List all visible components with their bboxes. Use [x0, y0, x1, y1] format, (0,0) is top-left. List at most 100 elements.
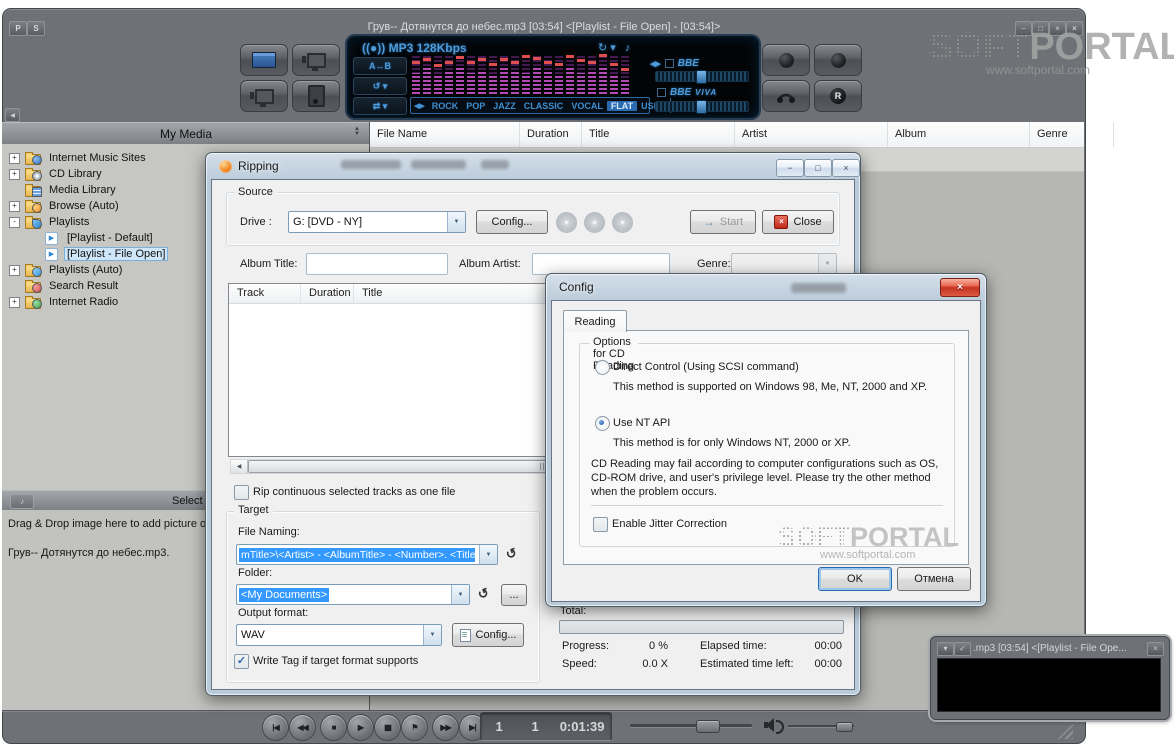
- bbe-checkbox[interactable]: [664, 59, 674, 68]
- bbe-cycle-icon[interactable]: ◀▶: [650, 60, 661, 68]
- rip-continuous-checkbox[interactable]: [234, 485, 249, 500]
- preset-flat[interactable]: FLAT: [606, 100, 638, 111]
- output-format-select[interactable]: WAV ▼: [236, 624, 442, 646]
- album-title-field[interactable]: [306, 253, 448, 275]
- browse-folder-button[interactable]: ...: [501, 584, 527, 606]
- media-panel-header[interactable]: My Media ▲ ▼: [2, 122, 370, 146]
- chevron-down-icon[interactable]: ▼: [479, 545, 497, 564]
- ripping-minimize-button[interactable]: −: [776, 159, 804, 177]
- mute-button[interactable]: [762, 44, 810, 76]
- show-playlist-button[interactable]: [240, 44, 288, 76]
- column-header-album[interactable]: Album: [888, 122, 1030, 147]
- transport-play-button[interactable]: ▶: [347, 714, 374, 741]
- preset-vocal[interactable]: VOCAL: [567, 101, 607, 111]
- use-nt-api-radio[interactable]: [595, 416, 610, 431]
- drive-config-button[interactable]: Config...: [476, 210, 548, 234]
- ok-button[interactable]: OK: [818, 567, 892, 591]
- ab-repeat-button[interactable]: A↔B: [353, 57, 407, 75]
- minimize-button[interactable]: −: [1015, 21, 1032, 36]
- tree-item-label: [Playlist - File Open]: [64, 247, 169, 261]
- disc-info-icon[interactable]: [556, 212, 577, 233]
- record-button[interactable]: R: [814, 80, 862, 112]
- column-header-genre[interactable]: Genre: [1030, 122, 1114, 147]
- ripping-close-action-button[interactable]: × Close: [762, 210, 834, 234]
- column-header-artist[interactable]: Artist: [735, 122, 888, 147]
- column-header-title[interactable]: Title: [582, 122, 735, 147]
- scroll-left-icon[interactable]: ◀: [231, 460, 248, 473]
- visualization-button[interactable]: [240, 80, 288, 112]
- jitter-checkbox[interactable]: [593, 517, 608, 532]
- seek-handle[interactable]: [696, 720, 720, 733]
- bbe-viva-checkbox[interactable]: [657, 88, 666, 97]
- tree-expand-icon[interactable]: -: [9, 216, 20, 228]
- direct-control-radio[interactable]: [595, 360, 610, 375]
- ripping-maximize-button[interactable]: □: [804, 159, 832, 177]
- bbe-slider[interactable]: [655, 70, 749, 84]
- tree-expand-icon[interactable]: +: [9, 296, 20, 308]
- tab-reading[interactable]: Reading: [563, 310, 627, 332]
- folder-select[interactable]: <My Documents> ▼: [236, 584, 470, 605]
- volume-icon[interactable]: [764, 718, 784, 734]
- file-naming-select[interactable]: mTitle>\<Artist> - <AlbumTitle> - <Numbe…: [236, 544, 498, 565]
- genre-select[interactable]: ▼: [731, 253, 837, 275]
- sort-toggle-icon[interactable]: ▲ ▼: [354, 126, 360, 137]
- exit-button[interactable]: ×: [1066, 21, 1083, 36]
- restore-button[interactable]: □: [1032, 21, 1049, 36]
- timer-button[interactable]: [814, 44, 862, 76]
- seek-slider[interactable]: [630, 720, 752, 733]
- preset-classic[interactable]: CLASSIC: [520, 101, 568, 111]
- track-column-duration[interactable]: Duration: [301, 284, 354, 303]
- close-button[interactable]: ×: [1049, 21, 1066, 36]
- transport-bookmark-button[interactable]: ⚑: [401, 714, 428, 741]
- mini-check-button[interactable]: ✓: [954, 642, 971, 656]
- preset-cycle-icon[interactable]: ◀▶: [411, 102, 428, 110]
- bbe-viva-slider-handle[interactable]: [696, 100, 707, 114]
- preset-pop[interactable]: POP: [462, 101, 489, 111]
- tree-expand-icon[interactable]: +: [9, 168, 20, 180]
- column-header-file-name[interactable]: File Name: [370, 122, 520, 147]
- bbe-viva-slider[interactable]: [655, 100, 749, 114]
- volume-handle[interactable]: [836, 722, 853, 732]
- headphone-button[interactable]: [762, 80, 810, 112]
- transport-rewind-button[interactable]: ◀◀: [289, 714, 316, 741]
- preset-jazz[interactable]: JAZZ: [489, 101, 520, 111]
- skin-mode-button[interactable]: S: [27, 21, 45, 36]
- tree-expand-icon[interactable]: +: [9, 152, 20, 164]
- repeat-mode-icon[interactable]: ↻▾: [598, 42, 619, 54]
- device-button[interactable]: [292, 80, 340, 112]
- bbe-slider-handle[interactable]: [696, 70, 707, 84]
- chevron-down-icon[interactable]: ▼: [451, 585, 469, 604]
- note-icon[interactable]: ♪: [625, 42, 634, 54]
- album-artist-field[interactable]: [532, 253, 670, 275]
- spectrum-bar: [412, 55, 420, 94]
- mini-close-button[interactable]: ×: [1147, 642, 1164, 656]
- chevron-down-icon[interactable]: ▼: [447, 212, 465, 232]
- write-tag-checkbox[interactable]: ✓: [234, 654, 249, 669]
- disc-eject-icon[interactable]: [612, 212, 633, 233]
- transport-stop-button[interactable]: ■: [320, 714, 347, 741]
- use-nt-api-label: Use NT API: [613, 417, 671, 429]
- preset-rock[interactable]: ROCK: [428, 101, 463, 111]
- tree-expand-icon[interactable]: +: [9, 200, 20, 212]
- volume-slider[interactable]: [788, 722, 854, 732]
- video-window-button[interactable]: [292, 44, 340, 76]
- disc-refresh-icon[interactable]: [584, 212, 605, 233]
- mini-menu-button[interactable]: ▾: [937, 642, 954, 656]
- start-button[interactable]: → Start: [690, 210, 756, 234]
- transport-fast-forward-button[interactable]: ▶▶: [432, 714, 459, 741]
- cancel-button[interactable]: Отмена: [897, 567, 971, 591]
- transport-pause-button[interactable]: ▮▮: [374, 714, 401, 741]
- config-close-button[interactable]: ×: [940, 278, 980, 297]
- column-header-duration[interactable]: Duration: [520, 122, 582, 147]
- shuffle-button[interactable]: ⇄ ▾: [353, 97, 407, 115]
- output-config-button[interactable]: Config...: [452, 623, 524, 647]
- panel-collapse-button[interactable]: ◀: [5, 108, 20, 122]
- playlist-mode-button[interactable]: P: [9, 21, 27, 36]
- tree-expand-icon[interactable]: +: [9, 264, 20, 276]
- drive-select[interactable]: G: [DVD - NY] ▼: [288, 211, 466, 233]
- transport-previous-button[interactable]: |◀: [262, 714, 289, 741]
- track-column-track[interactable]: Track: [229, 284, 301, 303]
- ripping-close-button[interactable]: ×: [832, 159, 860, 177]
- repeat-button[interactable]: ↺ ▾: [353, 77, 407, 95]
- chevron-down-icon[interactable]: ▼: [423, 625, 441, 645]
